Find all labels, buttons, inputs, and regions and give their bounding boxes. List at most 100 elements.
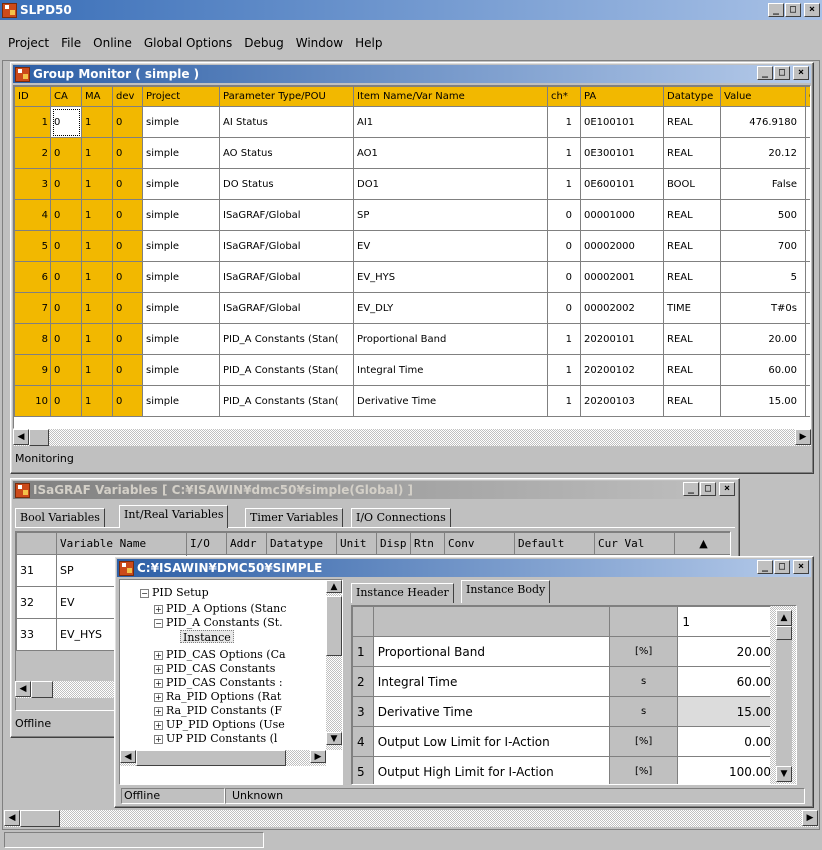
main-hscrollbar[interactable]: ◀ ▶: [4, 810, 818, 827]
menu-debug[interactable]: Debug: [238, 36, 289, 50]
ca-cell[interactable]: 0: [50, 385, 82, 417]
col-addr[interactable]: Addr: [226, 532, 267, 555]
table-row[interactable]: 9 0 1 0 simple PID_A Constants (Stan(Integral…: [14, 354, 810, 386]
col-conv[interactable]: Conv: [444, 532, 515, 555]
expand-icon[interactable]: +: [154, 706, 163, 716]
value-cell[interactable]: False: [720, 168, 806, 200]
scroll-left-icon[interactable]: ◀: [120, 750, 136, 763]
close-icon[interactable]: ×: [793, 560, 809, 574]
tab-timer-variables[interactable]: Timer Variables: [245, 508, 344, 528]
scroll-down-icon[interactable]: ▼: [776, 766, 792, 782]
scroll-left-icon[interactable]: ◀: [13, 429, 29, 445]
table-row[interactable]: 2 Integral Time s 60.00: [352, 666, 782, 697]
tree-node[interactable]: + PID_CAS Options (Ca: [154, 648, 286, 661]
col-datatype[interactable]: Datatype: [663, 86, 721, 107]
expand-icon[interactable]: +: [154, 720, 163, 730]
col-default[interactable]: Default: [514, 532, 595, 555]
table-row[interactable]: 10 0 1 0 simple PID_A Constants (Stan(Derivat…: [14, 385, 810, 417]
ca-cell[interactable]: 0: [50, 230, 82, 262]
scroll-right-icon[interactable]: ▶: [802, 810, 818, 826]
col-item-name[interactable]: Item Name/Var Name: [353, 86, 548, 107]
col-io[interactable]: I/O: [186, 532, 227, 555]
value-cell[interactable]: 60.00: [677, 666, 782, 697]
scroll-thumb[interactable]: [29, 429, 49, 446]
col-cur-val[interactable]: Cur Val: [594, 532, 675, 555]
menu-online[interactable]: Online: [87, 36, 138, 50]
value-cell[interactable]: 5: [720, 261, 806, 293]
ca-cell[interactable]: 0: [50, 354, 82, 386]
value-cell[interactable]: 15.00: [677, 696, 782, 727]
tree-hscrollbar[interactable]: ◀ ▶: [120, 750, 326, 766]
tab-int-real-variables[interactable]: Int/Real Variables: [119, 505, 229, 528]
table-row[interactable]: 3 Derivative Time s 15.00: [352, 696, 782, 727]
maximize-icon[interactable]: □: [700, 482, 716, 496]
expand-icon[interactable]: +: [154, 678, 163, 688]
tree-node[interactable]: + UP_PID Options (Use: [154, 718, 285, 731]
scroll-right-icon[interactable]: ▶: [795, 429, 811, 445]
value-cell[interactable]: 20.12: [720, 137, 806, 169]
col-ca[interactable]: CA: [50, 86, 82, 107]
scroll-right-icon[interactable]: ▶: [310, 750, 326, 763]
tree-node[interactable]: + UP PID Constants (l: [154, 732, 277, 745]
tree-node[interactable]: + Ra_PID Options (Rat: [154, 690, 281, 703]
tree-node[interactable]: + PID_CAS Constants: [154, 662, 275, 675]
column-header-1[interactable]: 1: [677, 606, 782, 637]
col-value[interactable]: Value: [720, 86, 806, 107]
scroll-thumb[interactable]: [136, 750, 286, 766]
col-c[interactable]: C: [805, 86, 810, 107]
col-pa[interactable]: PA: [580, 86, 664, 107]
scroll-thumb[interactable]: [31, 681, 53, 698]
scroll-thumb[interactable]: [20, 810, 60, 827]
col-datatype[interactable]: Datatype: [266, 532, 337, 555]
menu-window[interactable]: Window: [290, 36, 349, 50]
value-cell[interactable]: 500: [720, 199, 806, 231]
collapse-icon[interactable]: −: [140, 588, 149, 598]
col-ma[interactable]: MA: [81, 86, 113, 107]
maximize-icon[interactable]: □: [774, 560, 790, 574]
ca-cell[interactable]: 0: [50, 168, 82, 200]
scroll-left-icon[interactable]: ◀: [15, 681, 31, 697]
tree-node[interactable]: + Ra_PID Constants (F: [154, 704, 282, 717]
col-disp[interactable]: Disp: [376, 532, 411, 555]
ca-cell[interactable]: 0: [50, 292, 82, 324]
minimize-icon[interactable]: _: [757, 560, 773, 574]
table-row[interactable]: 3 0 1 0 simple DO Status DO1 1 0E600101 BOOL False: [14, 168, 810, 200]
maximize-icon[interactable]: □: [774, 66, 790, 80]
value-cell[interactable]: 15.00: [720, 385, 806, 417]
value-cell[interactable]: 20.00: [720, 323, 806, 355]
tab-instance-header[interactable]: Instance Header: [351, 583, 454, 603]
tree-vscrollbar[interactable]: ▲ ▼: [326, 580, 342, 750]
value-cell[interactable]: 476.9180: [720, 106, 806, 138]
collapse-icon[interactable]: −: [154, 618, 163, 628]
col-dev[interactable]: dev: [112, 86, 143, 107]
minimize-icon[interactable]: _: [757, 66, 773, 80]
ca-cell[interactable]: 0: [50, 261, 82, 293]
table-row[interactable]: 2 0 1 0 simple AO Status AO1 1 0E300101 REAL 20.12: [14, 137, 810, 169]
tree-node[interactable]: + PID_CAS Constants :: [154, 676, 283, 689]
close-icon[interactable]: ×: [804, 3, 820, 17]
expand-icon[interactable]: +: [154, 692, 163, 702]
col-variable-name[interactable]: Variable Name: [56, 532, 187, 555]
col-id[interactable]: ID: [14, 86, 51, 107]
ca-cell[interactable]: 0: [50, 199, 82, 231]
menu-project[interactable]: Project: [2, 36, 55, 50]
table-row[interactable]: 7 0 1 0 simple ISaGRAF/Global EV_DLY 0 00002002 T…: [14, 292, 810, 324]
tree-node-pid-setup[interactable]: − PID Setup: [140, 586, 209, 599]
col-parameter-type[interactable]: Parameter Type/POU: [219, 86, 354, 107]
scroll-up-icon[interactable]: ▲: [326, 580, 342, 593]
ca-cell[interactable]: 0: [50, 137, 82, 169]
minimize-icon[interactable]: _: [768, 3, 784, 17]
col-unit[interactable]: Unit: [336, 532, 377, 555]
col-rtn[interactable]: Rtn: [410, 532, 445, 555]
scroll-down-icon[interactable]: ▼: [326, 732, 342, 745]
monitor-hscrollbar[interactable]: ◀ ▶: [13, 429, 811, 446]
maximize-icon[interactable]: □: [785, 3, 801, 17]
scroll-up-icon[interactable]: ▲: [674, 532, 730, 555]
tree-node[interactable]: − PID_A Constants (St.: [154, 616, 283, 629]
scroll-thumb[interactable]: [326, 596, 342, 656]
tab-bool-variables[interactable]: Bool Variables: [15, 508, 105, 528]
menu-help[interactable]: Help: [349, 36, 388, 50]
table-row[interactable]: 1 0 1 0 simple AI Status AI1 1 0E100101 REAL 476.9…: [14, 106, 810, 138]
col-project[interactable]: Project: [142, 86, 220, 107]
tab-instance-body[interactable]: Instance Body: [461, 580, 551, 603]
